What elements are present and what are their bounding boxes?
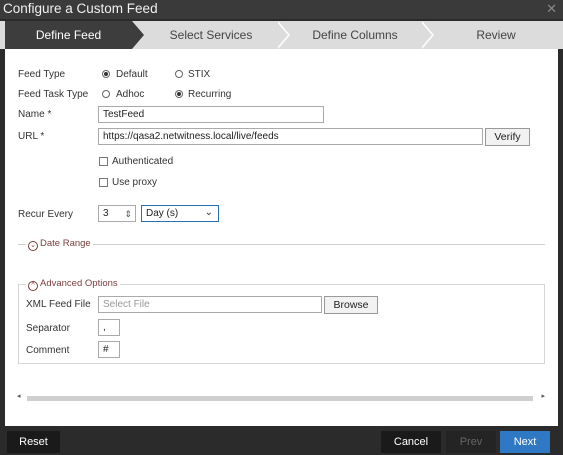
xml-feed-file-label: XML Feed File: [26, 299, 91, 310]
recur-unit-select[interactable]: Day (s) ⌄: [141, 205, 219, 222]
stepper-arrows-icon[interactable]: ⇕: [124, 207, 132, 222]
feed-type-default-radio[interactable]: [102, 70, 110, 78]
url-label: URL *: [18, 131, 45, 142]
task-type-recurring-label: Recurring: [188, 89, 232, 100]
step-review-label: Review: [476, 28, 516, 42]
advanced-options-label: Advanced Options: [40, 278, 118, 289]
next-button[interactable]: Next: [500, 431, 550, 453]
step-define-columns[interactable]: Define Columns: [290, 21, 420, 49]
step-define-columns-label: Define Columns: [312, 28, 398, 42]
verify-button[interactable]: Verify: [485, 128, 530, 146]
step-arrow: [132, 21, 144, 49]
date-range-label: Date Range: [40, 238, 91, 249]
advanced-options-toggle[interactable]: ^ Advanced Options: [26, 278, 120, 291]
feed-type-default-label: Default: [116, 69, 148, 80]
recur-value-stepper[interactable]: 3 ⇕: [98, 205, 136, 222]
chevron-up-icon: ^: [28, 281, 38, 291]
separator-label: Separator: [26, 323, 70, 334]
step-review[interactable]: Review: [434, 21, 558, 49]
task-type-recurring-radio[interactable]: [175, 90, 183, 98]
step-divider: [420, 21, 432, 49]
authenticated-label: Authenticated: [112, 156, 174, 167]
scrollbar-thumb[interactable]: [27, 396, 533, 401]
name-input[interactable]: TestFeed: [98, 106, 324, 123]
feed-type-stix-radio[interactable]: [175, 70, 183, 78]
reset-button[interactable]: Reset: [7, 431, 60, 453]
browse-button[interactable]: Browse: [324, 296, 378, 314]
step-define-feed-label: Define Feed: [35, 28, 102, 42]
date-range-divider: [18, 244, 545, 245]
date-range-toggle[interactable]: ⌄ Date Range: [26, 238, 93, 251]
recur-value: 3: [103, 208, 109, 219]
dialog-footer: Reset Cancel Prev Next: [0, 428, 563, 455]
chevron-down-icon: ⌄: [204, 207, 213, 218]
task-type-adhoc-radio[interactable]: [102, 90, 110, 98]
url-input[interactable]: https://qasa2.netwitness.local/live/feed…: [98, 128, 483, 145]
separator-input[interactable]: ,: [98, 319, 120, 336]
dialog-title: Configure a Custom Feed: [3, 1, 158, 16]
dialog-title-bar: Configure a Custom Feed ✕: [0, 0, 563, 19]
use-proxy-label: Use proxy: [112, 177, 158, 188]
task-type-adhoc-label: Adhoc: [116, 89, 145, 100]
form-panel: Feed Type Default STIX Feed Task Type Ad…: [5, 49, 558, 426]
horizontal-scrollbar[interactable]: ◂ ▸: [17, 392, 545, 402]
feed-type-label: Feed Type: [18, 69, 66, 80]
comment-label: Comment: [26, 345, 70, 356]
recur-unit-value: Day (s): [146, 208, 179, 219]
chevron-down-icon: ⌄: [28, 241, 38, 251]
step-define-feed[interactable]: Define Feed: [5, 21, 132, 49]
comment-input[interactable]: #: [98, 341, 120, 358]
scroll-right-icon[interactable]: ▸: [541, 392, 545, 400]
recur-every-label: Recur Every: [18, 209, 74, 220]
xml-feed-file-input[interactable]: Select File: [98, 296, 322, 313]
scroll-left-icon[interactable]: ◂: [17, 392, 21, 400]
close-icon[interactable]: ✕: [546, 1, 557, 17]
wizard-steps: Define Feed Select Services Define Colum…: [0, 21, 563, 49]
step-select-services[interactable]: Select Services: [146, 21, 276, 49]
step-select-services-label: Select Services: [169, 28, 253, 42]
prev-button[interactable]: Prev: [446, 431, 496, 453]
step-divider: [276, 21, 288, 49]
cancel-button[interactable]: Cancel: [381, 431, 441, 453]
authenticated-checkbox[interactable]: [99, 157, 108, 166]
feed-type-stix-label: STIX: [188, 69, 211, 80]
use-proxy-checkbox[interactable]: [99, 178, 108, 187]
feed-task-type-label: Feed Task Type: [18, 89, 89, 100]
name-label: Name *: [18, 109, 52, 120]
